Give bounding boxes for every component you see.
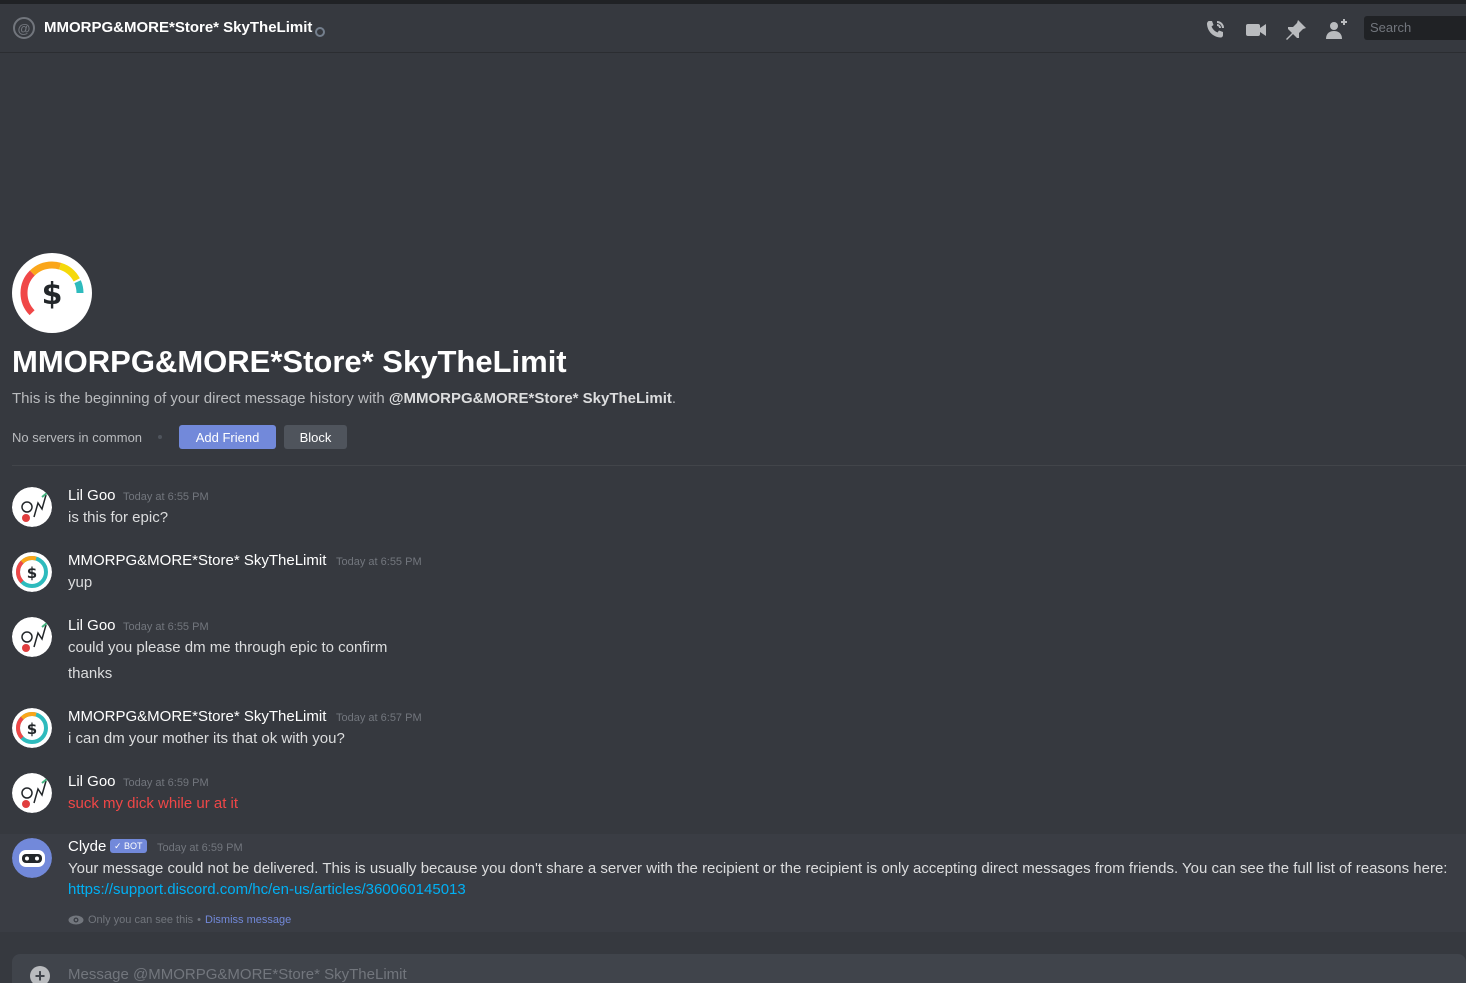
support-link[interactable]: https://support.discord.com/hc/en-us/art… [68, 881, 466, 898]
ephemeral-note: Only you can see this • Dismiss message [68, 914, 291, 926]
ephemeral-text: Only you can see this [88, 914, 194, 926]
welcome-subtitle: This is the beginning of your direct mes… [12, 390, 677, 407]
checkmark-icon: ✓ [114, 840, 125, 851]
block-button[interactable]: Block [284, 425, 347, 449]
welcome-title: MMORPG&MORE*Store* SkyTheLimit [12, 344, 567, 379]
message-timestamp: Today at 6:59 PM [157, 842, 243, 854]
divider [12, 465, 1466, 466]
add-friend-icon[interactable] [1324, 18, 1348, 42]
welcome-avatar: $ [12, 253, 92, 333]
clyde-avatar[interactable] [12, 838, 52, 878]
video-icon[interactable] [1244, 18, 1268, 42]
message-author[interactable]: Lil Goo [68, 487, 116, 504]
failed-message-text: suck my dick while ur at it [68, 795, 239, 812]
message-timestamp: Today at 6:59 PM [123, 777, 209, 789]
message-text: thanks [68, 665, 113, 682]
dismiss-message-link[interactable]: Dismiss message [205, 914, 291, 926]
message-text: yup [68, 574, 93, 591]
at-icon: @ [13, 17, 35, 39]
header-title: MMORPG&MORE*Store* SkyTheLimit [44, 19, 313, 36]
avatar[interactable]: $ [12, 552, 52, 592]
message-text: i can dm your mother its that ok with yo… [68, 730, 345, 747]
search-input[interactable]: Search [1364, 16, 1466, 40]
message-text: could you please dm me through epic to c… [68, 639, 388, 656]
message-text: Your message could not be delivered. Thi… [68, 860, 1448, 877]
mutual-servers-text: No servers in common [12, 430, 143, 445]
separator-dot [158, 435, 162, 439]
message-author[interactable]: Clyde [68, 838, 106, 855]
welcome-subtitle-user: @MMORPG&MORE*Store* SkyTheLimit [388, 390, 672, 407]
message-author[interactable]: MMORPG&MORE*Store* SkyTheLimit [68, 708, 326, 725]
add-friend-button[interactable]: Add Friend [179, 425, 276, 449]
svg-text:$: $ [42, 277, 63, 312]
upload-plus-icon[interactable]: + [30, 966, 50, 983]
avatar[interactable] [12, 773, 52, 813]
svg-text:$: $ [27, 720, 37, 738]
avatar[interactable]: $ [12, 708, 52, 748]
message-timestamp: Today at 6:55 PM [123, 491, 209, 503]
message-author[interactable]: Lil Goo [68, 617, 116, 634]
message-author[interactable]: MMORPG&MORE*Store* SkyTheLimit [68, 552, 326, 569]
channel-header: @ MMORPG&MORE*Store* SkyTheLimit Search [0, 4, 1466, 53]
message-timestamp: Today at 6:55 PM [336, 556, 422, 568]
avatar[interactable] [12, 487, 52, 527]
pin-icon[interactable] [1284, 18, 1308, 42]
message-timestamp: Today at 6:55 PM [123, 621, 209, 633]
bot-tag: ✓ BOT [110, 839, 147, 853]
offline-status-icon [315, 27, 325, 37]
message-text: is this for epic? [68, 509, 169, 526]
ephemeral-separator: • [197, 914, 202, 926]
message-timestamp: Today at 6:57 PM [336, 712, 422, 724]
svg-text:$: $ [27, 564, 37, 582]
eye-icon [68, 915, 84, 925]
call-icon[interactable] [1203, 18, 1227, 42]
message-author[interactable]: Lil Goo [68, 773, 116, 790]
message-input[interactable]: Message @MMORPG&MORE*Store* SkyTheLimit [68, 966, 407, 983]
avatar[interactable] [12, 617, 52, 657]
